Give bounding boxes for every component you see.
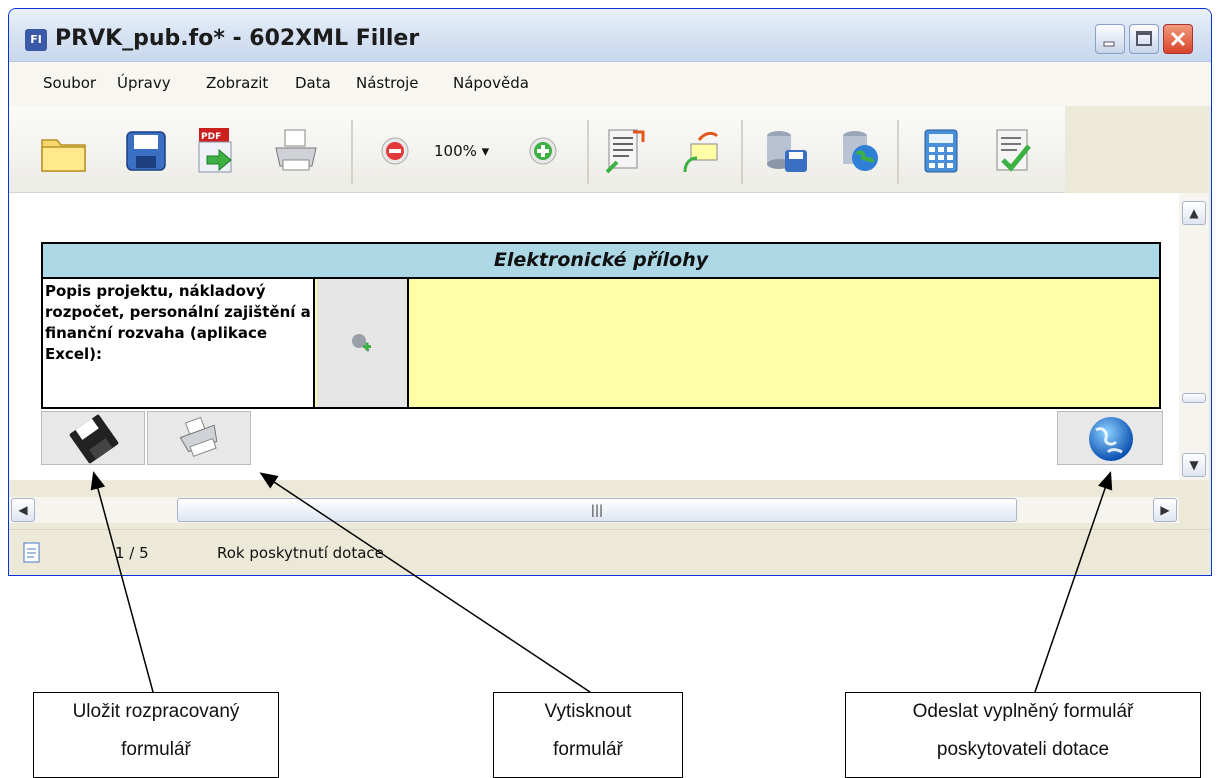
- callout-send: Odeslat vyplněný formulář poskytovateli …: [845, 692, 1201, 778]
- callout-print: Vytisknout formulář: [493, 692, 683, 778]
- callout-arrows: [90, 471, 1113, 693]
- callout-save: Uložit rozpracovaný formulář: [33, 692, 279, 778]
